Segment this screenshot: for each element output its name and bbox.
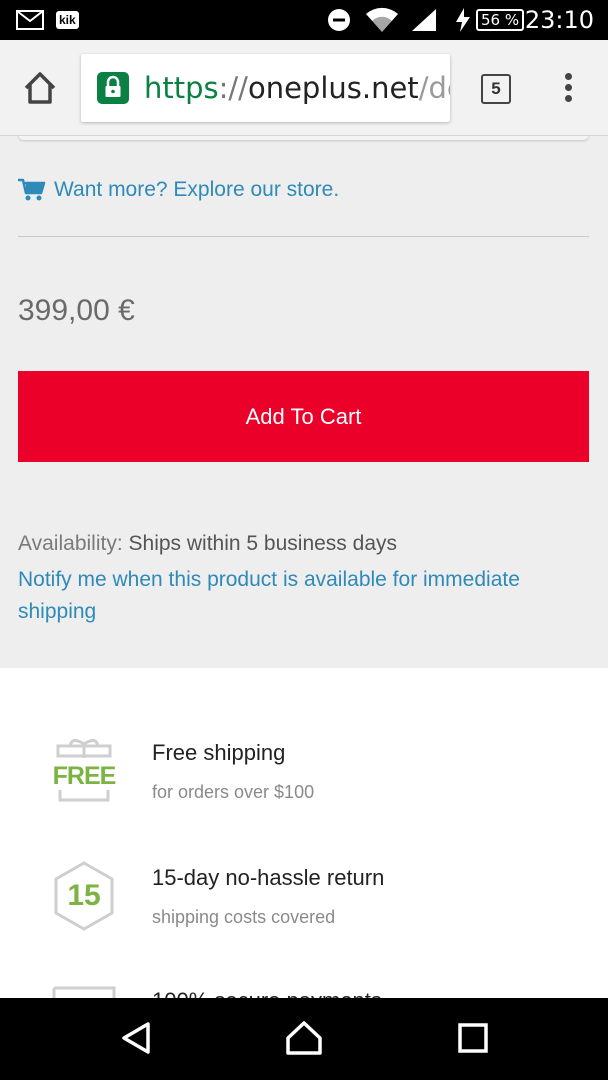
feature-free-shipping: FREE Free shipping for orders over $100	[0, 736, 608, 836]
feature-secure-payments: 100% secure payments	[0, 984, 608, 998]
secure-lock-icon	[97, 72, 129, 104]
url-scheme: https	[144, 71, 219, 105]
return-15-day-icon: 15	[52, 861, 116, 931]
divider	[18, 236, 589, 237]
url-text: https://oneplus.net/de	[144, 54, 450, 122]
email-icon	[16, 0, 44, 40]
menu-dot	[564, 95, 572, 102]
kik-icon: kik	[56, 0, 79, 40]
cellular-signal-icon	[410, 0, 438, 40]
feature-subtitle: shipping costs covered	[152, 907, 336, 927]
clock: 23:10	[524, 6, 594, 34]
return-icon-text: 15	[67, 879, 101, 912]
availability-info: Availability: Ships within 5 business da…	[18, 532, 397, 556]
url-separator: ://	[218, 71, 248, 105]
status-bar: kik 56 % 23:10	[0, 0, 608, 40]
overflow-menu-button[interactable]	[556, 70, 580, 106]
explore-store-label: Want more? Explore our store.	[54, 178, 340, 201]
availability-label: Availability:	[18, 532, 123, 555]
charging-icon	[456, 0, 470, 40]
free-icon-text: FREE	[52, 762, 116, 790]
home-icon	[24, 72, 56, 104]
url-path: /de	[418, 71, 450, 105]
address-bar[interactable]: https://oneplus.net/de	[81, 54, 450, 122]
notify-me-link[interactable]: Notify me when this product is available…	[18, 564, 598, 628]
shopping-cart-icon	[18, 178, 46, 201]
url-host: oneplus.net	[247, 71, 419, 105]
recents-square-icon	[458, 1023, 488, 1053]
free-gift-icon: FREE	[52, 736, 116, 806]
tab-switcher-button[interactable]: 5	[481, 74, 511, 104]
wifi-icon	[364, 0, 400, 40]
page-content: Want more? Explore our store. 399,00 € A…	[0, 136, 608, 998]
menu-dot	[564, 73, 572, 80]
browser-toolbar: https://oneplus.net/de 5	[0, 40, 608, 136]
availability-value: Ships within 5 business days	[128, 532, 397, 555]
feature-title: 15-day no-hassle return	[152, 865, 385, 890]
feature-subtitle: for orders over $100	[152, 782, 315, 802]
do-not-disturb-icon	[327, 0, 351, 40]
product-price: 399,00 €	[18, 294, 135, 327]
home-button[interactable]	[20, 68, 60, 108]
card-bottom-edge	[18, 136, 589, 140]
home-nav-icon	[286, 1021, 322, 1055]
system-navigation-bar	[0, 998, 608, 1080]
back-triangle-icon	[122, 1022, 150, 1054]
battery-indicator: 56 %	[476, 0, 525, 40]
product-purchase-section: Want more? Explore our store. 399,00 € A…	[0, 136, 608, 668]
home-nav-button[interactable]	[284, 1018, 324, 1058]
benefits-section: FREE Free shipping for orders over $100 …	[0, 668, 608, 998]
add-to-cart-button[interactable]: Add To Cart	[18, 371, 589, 462]
feature-return: 15 15-day no-hassle return shipping cost…	[0, 861, 608, 961]
recents-button[interactable]	[453, 1018, 493, 1058]
feature-title: Free shipping	[152, 740, 286, 765]
secure-payment-icon	[52, 984, 116, 998]
back-button[interactable]	[116, 1018, 156, 1058]
feature-title: 100% secure payments	[152, 988, 382, 998]
explore-store-link[interactable]: Want more? Explore our store.	[18, 174, 339, 206]
menu-dot	[564, 84, 572, 91]
